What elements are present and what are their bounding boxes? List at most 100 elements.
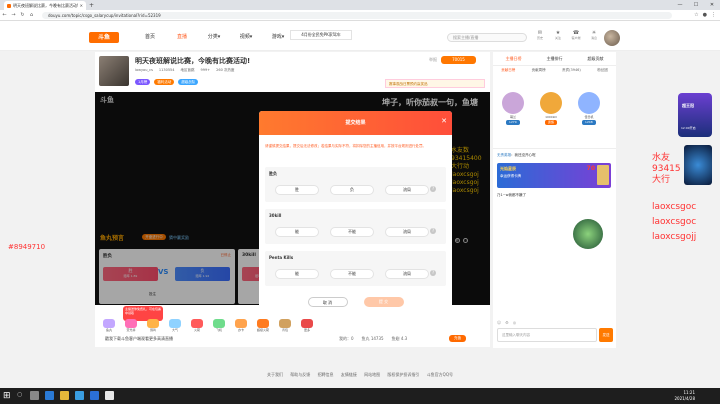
nav-live[interactable]: 直播 — [172, 33, 192, 40]
help-icon[interactable]: ? — [430, 186, 436, 192]
ranker-avatar — [502, 92, 524, 114]
choice-no[interactable]: 不能 — [330, 269, 374, 279]
gift-item[interactable]: 火箭 — [189, 319, 205, 333]
reload-icon[interactable]: ↻ — [18, 12, 27, 18]
edge-icon[interactable] — [45, 391, 54, 400]
history-icon[interactable]: ✉ 历史 — [533, 30, 547, 40]
gift-item[interactable]: 荧光棒 — [123, 319, 139, 333]
subtab-weekly[interactable]: 贡献周榜 — [532, 68, 546, 77]
close-icon[interactable]: ✕ — [441, 117, 447, 125]
choice-lose[interactable]: 负 — [330, 185, 374, 195]
rank-badge[interactable]: 1月榜 — [135, 79, 151, 85]
nav-home[interactable]: 首页 — [140, 33, 160, 40]
close-window-button[interactable]: ✕ — [704, 0, 720, 10]
room-category[interactable]: 地区盲跳 — [181, 68, 195, 73]
url-field[interactable]: douyu.com/topic/csgo_salarycup/invitatio… — [42, 12, 672, 19]
close-tab-icon[interactable]: ✕ — [80, 3, 83, 8]
tab-super[interactable]: 超级贡献 — [575, 52, 616, 65]
gift-item[interactable]: 办卡 — [233, 319, 249, 333]
gift-item[interactable]: 鱼丸 — [101, 319, 117, 333]
system-clock[interactable]: 11:21 2021/4/28 — [674, 390, 695, 402]
ranker-item[interactable]: 怪兽机 LV48 — [573, 92, 605, 125]
ranker-item[interactable]: 萌兰 LV70 — [497, 92, 529, 125]
question-pentakills: Penta Kills 能 不能 流局 ? — [265, 251, 446, 286]
footer-link[interactable]: 友情链接 — [341, 372, 357, 377]
new-tab-button[interactable]: + — [89, 2, 94, 9]
send-button[interactable]: 发送 — [599, 328, 613, 342]
subtab-vip[interactable]: 贵宾(3946) — [562, 68, 581, 77]
choice-void[interactable]: 流局 — [385, 269, 429, 279]
message-icon[interactable]: ☀ 消息 — [587, 30, 601, 40]
footer-link[interactable]: 网站地图 — [364, 372, 380, 377]
maximize-button[interactable]: ☐ — [688, 0, 704, 10]
choice-yes[interactable]: 能 — [275, 269, 319, 279]
choice-yes[interactable]: 能 — [275, 227, 319, 237]
choice-no[interactable]: 不能 — [330, 227, 374, 237]
taskbar-search-icon[interactable]: ○ — [17, 391, 22, 398]
app-icon[interactable] — [75, 391, 84, 400]
king-badge[interactable]: 超王冠 12:00开启 — [678, 93, 712, 137]
footer-link[interactable]: 版权保护投诉指引 — [387, 372, 419, 377]
nav-category[interactable]: 分类▾ — [204, 33, 224, 40]
task-view-icon[interactable] — [30, 391, 39, 400]
menu-icon[interactable]: ⋮ — [711, 12, 716, 18]
side-promo-image[interactable] — [684, 145, 712, 185]
douyu-logo[interactable]: 斗鱼 — [89, 32, 119, 43]
browser-tab[interactable]: 明天夜班解说比赛，今晚有比赛活动! ✕ — [4, 1, 86, 10]
ranker-item[interactable]: 1000kill 贵族 — [535, 92, 567, 125]
gift-item[interactable]: 飞机 — [211, 319, 227, 333]
app-icon[interactable] — [90, 391, 99, 400]
user-avatar[interactable] — [604, 30, 620, 46]
emoji-icon[interactable]: ☺ — [497, 320, 501, 325]
back-icon[interactable]: ← — [0, 12, 9, 18]
chat-settings-icon[interactable]: ⚙ — [505, 320, 509, 325]
gift-item[interactable]: 大气 — [167, 319, 183, 333]
footer-link[interactable]: 斗鱼官方QQ号 — [427, 372, 453, 377]
streamer-avatar[interactable] — [99, 56, 129, 86]
choice-void[interactable]: 流局 — [385, 185, 429, 195]
subtab-daily[interactable]: 贡献日榜 — [501, 68, 515, 77]
gift-item[interactable]: 超级火箭 — [255, 319, 271, 333]
client-icon[interactable]: ☎ 客户端 — [569, 30, 583, 40]
help-icon[interactable]: ? — [430, 270, 436, 276]
follow-icon[interactable]: ★ 关注 — [551, 30, 565, 40]
tab-ranking[interactable]: 主播排行 — [534, 52, 575, 65]
streamer-name[interactable]: lowyou_cs — [135, 68, 153, 73]
help-icon[interactable]: ? — [430, 228, 436, 234]
choice-void[interactable]: 流局 — [385, 227, 429, 237]
footer-link[interactable]: 帮助与反馈 — [290, 372, 310, 377]
chat-user[interactable]: 无责英雄 — [497, 153, 511, 157]
recharge-button[interactable]: 充值 — [449, 335, 466, 342]
tab-daily-rank[interactable]: 主播日榜 — [493, 52, 534, 65]
report-link[interactable]: 举报 — [429, 57, 437, 63]
cancel-button[interactable]: 取 消 — [307, 297, 348, 307]
footer-link[interactable]: 关于我们 — [267, 372, 283, 377]
team-badge[interactable]: 超级战队 — [178, 79, 199, 85]
color-danmu-icon[interactable]: ◎ — [513, 320, 517, 325]
gift-item[interactable]: 更多 — [299, 319, 315, 333]
search-input[interactable]: 搜索主播/直播 — [447, 33, 527, 42]
profile-icon[interactable]: ● — [703, 12, 707, 18]
forward-icon[interactable]: → — [9, 12, 18, 18]
download-tip[interactable]: 戳我下载斗鱼客户端观看更多高清直播 — [105, 336, 173, 342]
footer-link[interactable]: 招聘信息 — [318, 372, 334, 377]
chrome-icon[interactable] — [105, 391, 114, 400]
chat-input[interactable]: 这里输入聊天内容 — [497, 328, 597, 342]
dropdown-ad[interactable]: 4月份全民免PK家驾车 — [290, 30, 352, 40]
nav-video[interactable]: 视频▾ — [236, 33, 256, 40]
ticket-banner[interactable]: 赛事观战日票预约赢奖品 — [385, 79, 485, 88]
follow-button[interactable]: 70015 — [441, 56, 476, 64]
gift-item[interactable]: 背包 — [277, 319, 293, 333]
question-winlose: 胜负 胜 负 流局 ? — [265, 167, 446, 202]
star-icon[interactable]: ☆ — [694, 12, 698, 18]
welfare-badge[interactable]: 福利活动 — [154, 79, 175, 85]
choice-win[interactable]: 胜 — [275, 185, 319, 195]
submit-button[interactable]: 提 交 — [363, 297, 404, 307]
gift-item[interactable]: 弱鸡 — [145, 319, 161, 333]
minimize-button[interactable]: — — [672, 0, 688, 10]
subtab-fans[interactable]: 粉丝团 — [597, 68, 608, 77]
home-icon[interactable]: ⌂ — [27, 12, 36, 18]
folder-icon[interactable] — [60, 391, 69, 400]
windows-start-icon[interactable]: ⊞ — [3, 391, 13, 401]
nav-game[interactable]: 游戏▾ — [268, 33, 288, 40]
